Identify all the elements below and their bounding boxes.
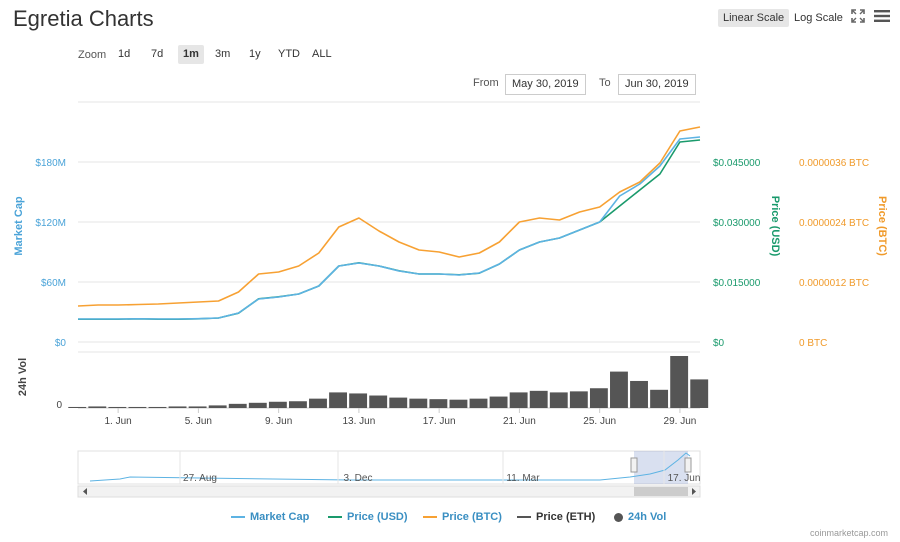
volume-bar <box>549 392 568 408</box>
volume-bar <box>429 399 448 408</box>
volume-bar <box>108 406 127 408</box>
price-btc-swatch <box>423 516 437 519</box>
btc-axis-tick: 0.0000012 BTC <box>799 278 869 289</box>
credit-text: coinmarketcap.com <box>809 528 888 538</box>
volume-bar <box>88 406 107 408</box>
volume-bar <box>389 397 408 408</box>
legend-price-btc[interactable]: Price (BTC) <box>423 511 502 523</box>
volume-bar <box>650 389 669 408</box>
btc-axis-title: Price (BTC) <box>876 196 888 256</box>
volume-bar <box>690 379 709 408</box>
volume-bar <box>670 356 689 408</box>
volume-bar <box>208 405 227 408</box>
volume-bar <box>188 406 207 408</box>
navigator-label: 3. Dec <box>344 473 373 484</box>
chart-area: $0 $60M $120M $180M $0 $0.015000 $0.030000 $0.0… <box>13 101 888 498</box>
navigator-label: 11. Mar <box>506 473 540 484</box>
price-eth-swatch <box>517 516 531 519</box>
volume-axis-title: 24h Vol <box>17 358 29 396</box>
btc-axis-tick: 0.0000024 BTC <box>799 218 869 229</box>
x-tick-label: 17. Jun <box>423 416 456 427</box>
volume-axis-tick: 0 <box>56 400 62 411</box>
x-tick-label: 29. Jun <box>664 416 697 427</box>
navigator-handle-right[interactable] <box>684 457 692 473</box>
volume-dot <box>614 512 623 522</box>
btc-axis-tick: 0 BTC <box>799 338 827 349</box>
usd-axis-tick: $0.030000 <box>713 218 761 229</box>
volume-bar <box>288 401 307 408</box>
volume-bar <box>248 402 267 408</box>
x-tick-label: 25. Jun <box>583 416 616 427</box>
volume-bar <box>610 371 628 408</box>
x-tick-label: 13. Jun <box>342 416 375 427</box>
left-axis-tick: $0 <box>55 338 67 349</box>
volume-bar <box>409 398 428 408</box>
volume-bar <box>630 380 648 408</box>
legend-price-eth[interactable]: Price (ETH) <box>517 511 595 523</box>
x-tick-label: 1. Jun <box>105 416 132 427</box>
volume-bar <box>128 406 147 408</box>
scrollbar-thumb[interactable] <box>634 487 688 496</box>
volume-bar <box>529 390 548 408</box>
legend-24h-vol[interactable]: 24h Vol <box>614 511 666 523</box>
navigator-label: 17. Jun <box>668 473 701 484</box>
volume-bar <box>309 398 327 408</box>
scrollbar-track <box>77 485 701 498</box>
left-axis-tick: $180M <box>35 158 66 169</box>
legend-market-cap[interactable]: Market Cap <box>231 511 309 523</box>
volume-bar <box>469 398 488 408</box>
price-usd-line <box>78 139 701 321</box>
volume-bar <box>509 392 528 408</box>
volume-bar <box>329 392 348 408</box>
usd-axis-tick: $0.045000 <box>713 158 761 169</box>
market-cap-swatch <box>231 516 245 519</box>
volume-bar <box>569 391 588 408</box>
volume-bar <box>168 406 187 408</box>
btc-axis-tick: 0.0000036 BTC <box>799 158 869 169</box>
left-axis-tick: $120M <box>35 218 66 229</box>
legend-price-usd[interactable]: Price (USD) <box>328 511 408 523</box>
x-tick-label: 5. Jun <box>185 416 212 427</box>
volume-bar <box>349 393 368 408</box>
x-tick-label: 9. Jun <box>265 416 292 427</box>
volume-bar <box>369 395 388 408</box>
navigator-label: 27. Aug <box>183 473 217 484</box>
volume-bar <box>589 388 608 408</box>
price-usd-swatch <box>328 516 342 519</box>
x-tick-label: 21. Jun <box>503 416 536 427</box>
volume-bar <box>449 399 468 408</box>
market-cap-line <box>78 136 701 320</box>
left-axis-title: Market Cap <box>13 196 25 256</box>
volume-bar <box>489 396 508 408</box>
left-axis-tick: $60M <box>41 278 66 289</box>
usd-axis-tick: $0.015000 <box>713 278 761 289</box>
volume-bar <box>148 406 167 408</box>
volume-bar <box>228 403 247 408</box>
volume-bar <box>68 406 87 408</box>
usd-axis-tick: $0 <box>713 338 725 349</box>
usd-axis-title: Price (USD) <box>769 196 781 257</box>
navigator-handle-left[interactable] <box>630 457 638 473</box>
volume-bar <box>268 401 287 408</box>
